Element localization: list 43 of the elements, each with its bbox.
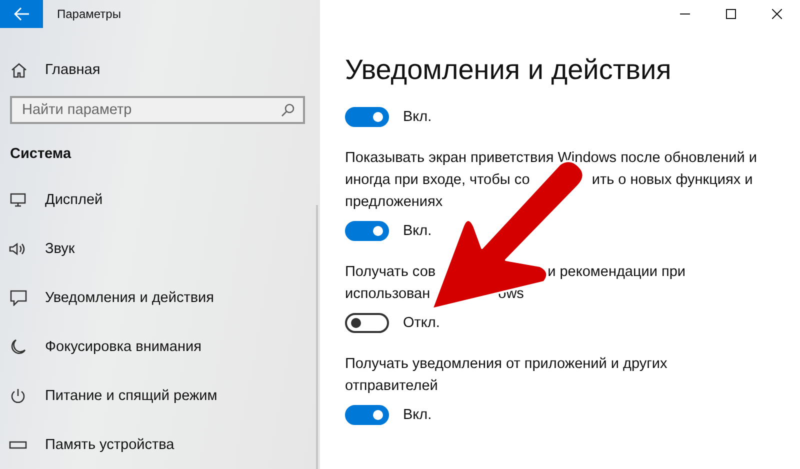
setting-description: Показывать экран приветствия Windows после обновлений и (345, 150, 757, 166)
drive-icon (9, 440, 27, 448)
home-icon (11, 62, 27, 78)
home-link[interactable]: Главная (11, 62, 320, 78)
home-label: Главная (45, 62, 100, 78)
nav-item[interactable]: Уведомления и действия (0, 273, 320, 322)
toggle-switch[interactable] (345, 107, 389, 127)
setting-description: отправителей (345, 378, 438, 394)
back-button[interactable] (0, 0, 43, 28)
setting-description: использован (345, 286, 430, 302)
toggle-label: Откл. (403, 315, 440, 331)
nav-item[interactable]: Дисплей (0, 175, 320, 224)
maximize-icon (726, 9, 736, 19)
toggle-switch[interactable] (345, 313, 389, 333)
power-icon (10, 388, 26, 404)
nav-item[interactable]: Память устройства (0, 420, 320, 469)
nav-item[interactable]: Питание и спящий режим (0, 371, 320, 420)
close-icon (772, 9, 782, 19)
toggle-switch[interactable] (345, 221, 389, 241)
monitor-icon (10, 192, 26, 206)
speaker-icon (9, 242, 27, 256)
setting-description: предложениях (345, 194, 443, 210)
section-heading: Система (10, 146, 72, 162)
window-title: Параметры (57, 7, 121, 21)
speech-bubble-icon (10, 290, 26, 306)
toggle-switch[interactable] (345, 405, 389, 425)
setting-description: Получать сов (345, 264, 436, 280)
setting-description: Получать уведомления от приложений и других (345, 356, 668, 372)
setting-description: иногда при входе, чтобы со (345, 172, 530, 188)
search-input[interactable]: Найти параметр (22, 102, 281, 118)
back-arrow-icon (14, 7, 30, 21)
scrollbar[interactable] (316, 205, 318, 469)
setting-description: ить о новых функциях и (592, 172, 753, 188)
toggle-label: Вкл. (403, 407, 432, 423)
page-title: Уведомления и действия (345, 53, 672, 87)
toggle-label: Вкл. (403, 109, 432, 125)
nav-item[interactable]: Звук (0, 224, 320, 273)
toggle-label: Вкл. (403, 223, 432, 239)
setting-description: и рекомендации при (548, 264, 686, 280)
search-icon (281, 103, 295, 117)
search-field[interactable]: Найти параметр (10, 96, 305, 124)
moon-icon (10, 338, 26, 354)
nav-item[interactable]: Фокусировка внимания (0, 322, 320, 371)
